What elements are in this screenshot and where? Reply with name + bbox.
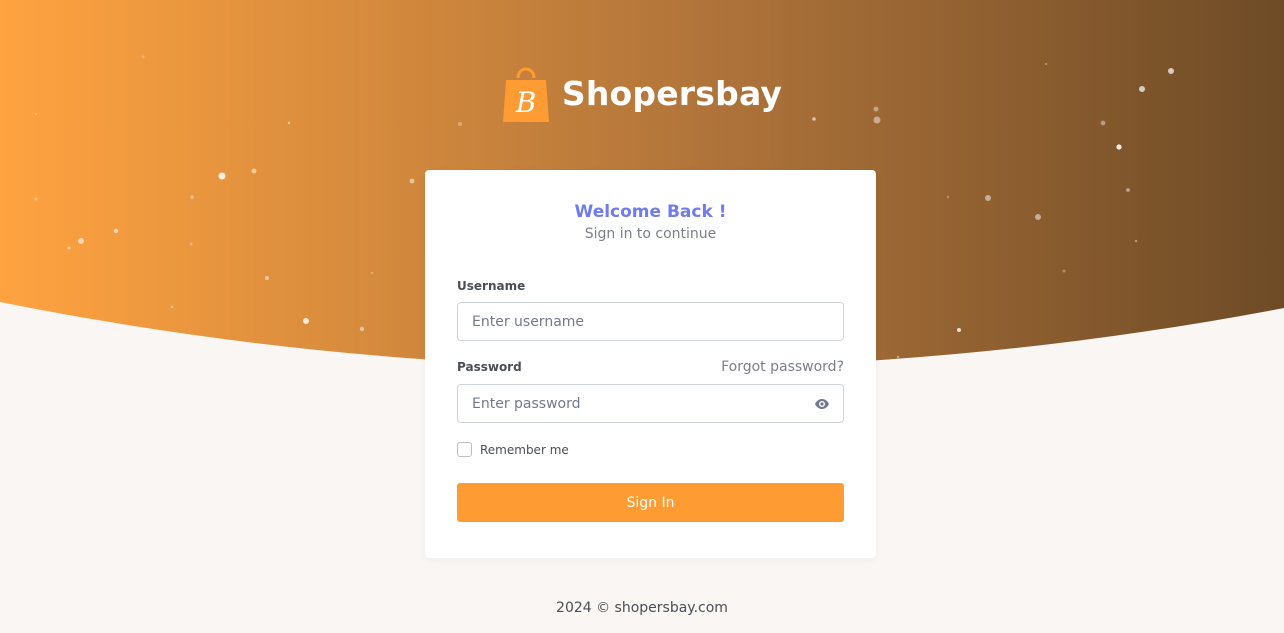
remember-me-label[interactable]: Remember me: [480, 443, 569, 457]
forgot-password-link[interactable]: Forgot password?: [721, 359, 844, 375]
password-label: Password: [457, 360, 522, 374]
password-label-row: Password Forgot password?: [457, 359, 844, 375]
username-input[interactable]: [457, 302, 844, 341]
remember-me-row: Remember me: [457, 442, 844, 457]
shopping-bag-icon: B: [502, 67, 549, 122]
eye-icon[interactable]: [814, 396, 830, 412]
welcome-title: Welcome Back !: [574, 202, 727, 222]
username-label: Username: [457, 279, 526, 293]
password-field-wrap: [457, 384, 844, 423]
footer-copyright: 2024 © shopersbay.com: [556, 600, 728, 616]
password-input[interactable]: [457, 384, 844, 423]
sign-in-button[interactable]: Sign In: [457, 483, 844, 522]
remember-me-checkbox[interactable]: [457, 442, 472, 457]
brand-name: Shopersbay: [561, 73, 783, 113]
logo-letter: B: [515, 86, 537, 119]
login-card: Welcome Back ! Sign in to continue Usern…: [425, 170, 876, 558]
username-field-wrap: [457, 302, 844, 341]
welcome-subtitle: Sign in to continue: [584, 226, 717, 242]
brand-header: B Shopersbay: [0, 62, 1284, 124]
